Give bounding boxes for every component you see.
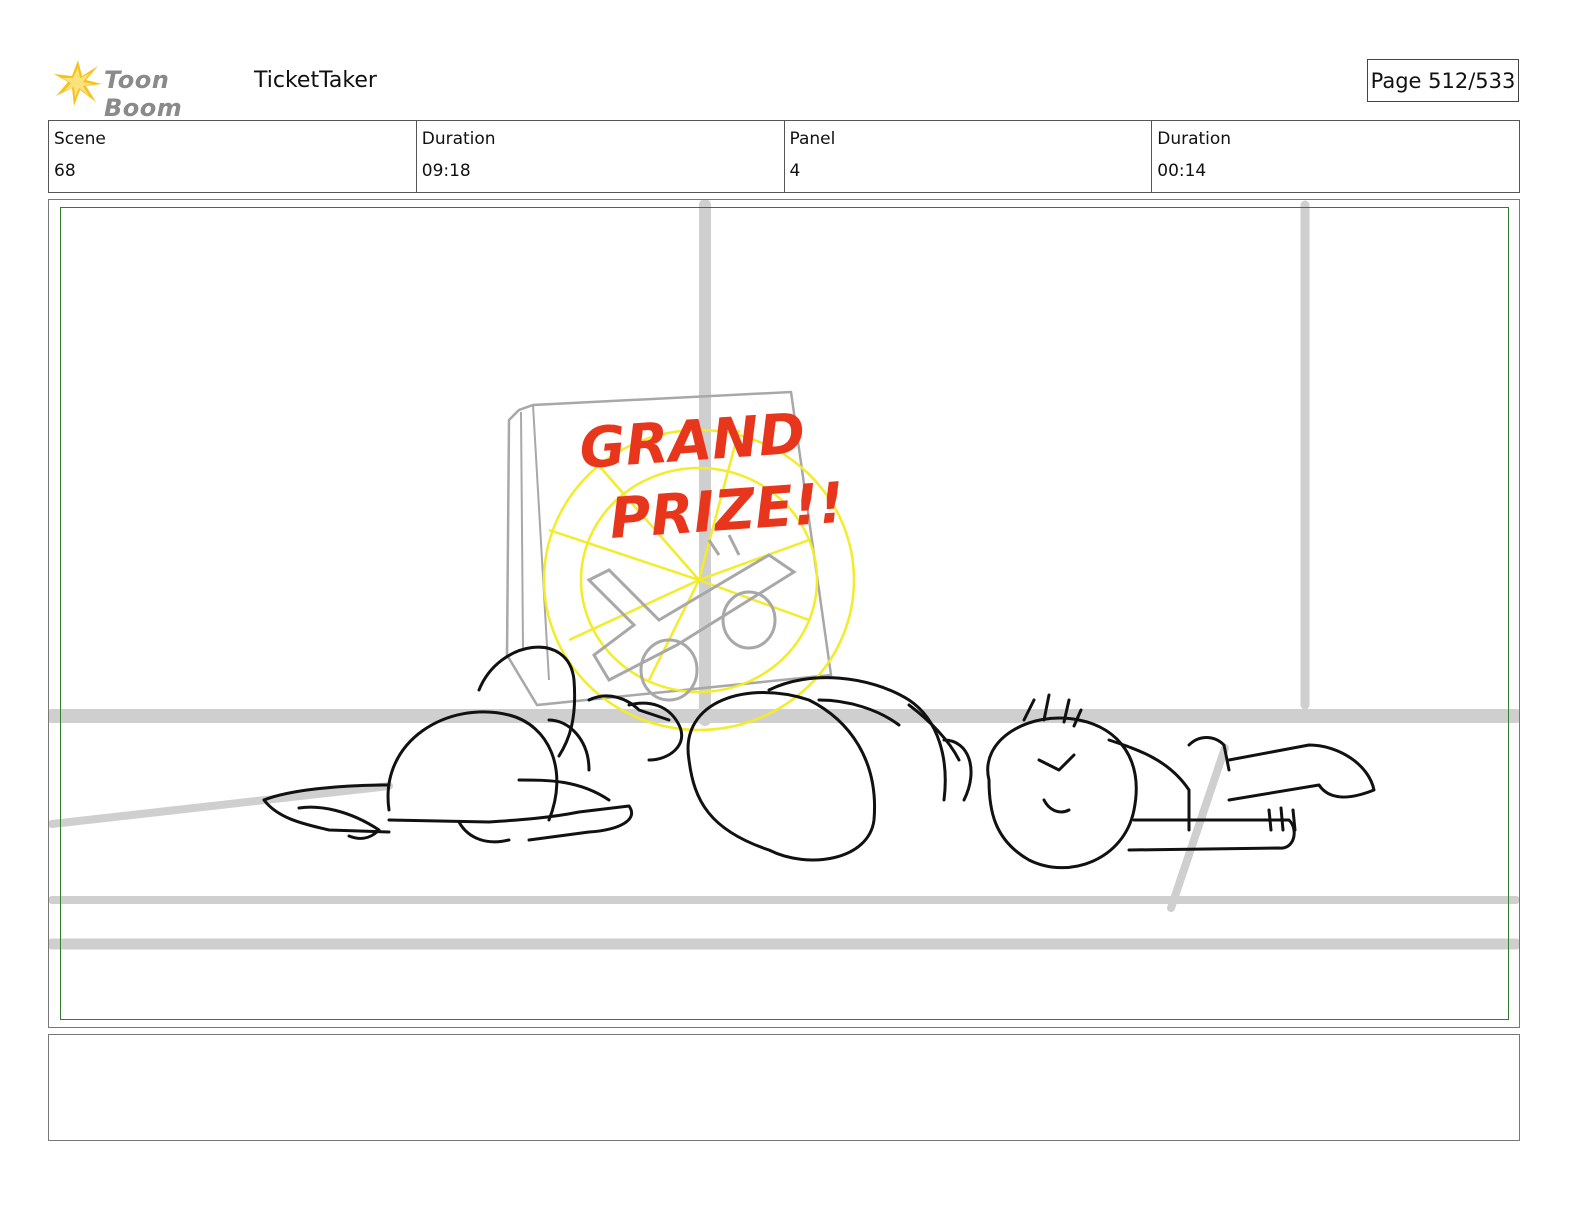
starburst-logo-icon [54, 60, 102, 106]
scene-duration-value: 09:18 [421, 161, 471, 181]
background-lines [49, 200, 1519, 950]
characters-sketch [262, 645, 1376, 870]
panel-duration-value: 00:14 [1157, 161, 1207, 181]
logo-wordmark: Toon Boom [104, 66, 183, 122]
panel-duration-label: Duration [1157, 129, 1232, 149]
page-indicator: Page 512/533 [1367, 59, 1519, 102]
scene-info-table: Scene 68 Duration 09:18 Panel 4 Duration… [48, 120, 1520, 193]
page-label: Page 512/533 [1370, 68, 1516, 93]
toon-boom-logo: Toon Boom [52, 56, 242, 122]
middle-character [627, 676, 973, 862]
storyboard-panel: GRAND PRIZE!! [48, 199, 1520, 1028]
panel-sketch: GRAND PRIZE!! [49, 200, 1519, 950]
sign-text-line2: PRIZE!! [607, 471, 846, 552]
panel-cell: Panel 4 [785, 121, 1153, 192]
scene-cell: Scene 68 [49, 121, 417, 192]
panel-notes-box [48, 1034, 1520, 1141]
scene-label: Scene [54, 129, 106, 149]
project-title: TicketTaker [254, 68, 377, 93]
panel-duration-cell: Duration 00:14 [1152, 121, 1519, 192]
scene-duration-label: Duration [421, 129, 496, 149]
panel-value: 4 [789, 161, 801, 181]
scene-duration-cell: Duration 09:18 [417, 121, 785, 192]
scene-value: 68 [54, 161, 76, 181]
sign-text-line1: GRAND [577, 401, 807, 482]
panel-label: Panel [789, 129, 836, 149]
